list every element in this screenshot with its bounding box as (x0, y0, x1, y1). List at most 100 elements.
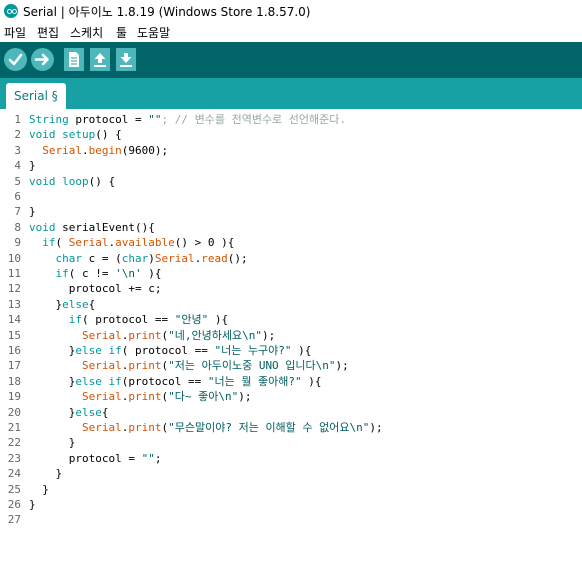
line-number: 11 (7, 267, 21, 280)
line-code: void serialEvent(){ (29, 220, 155, 234)
line-code: char c = (char)Serial.read(); (55, 251, 248, 265)
menu-bar: 파일 편집 스케치 툴 도움말 (0, 22, 582, 42)
open-icon (94, 53, 106, 67)
line-number: 9 (14, 236, 21, 250)
code-line[interactable]: 15 Serial.print("네,안녕하세요\n"); (0, 328, 582, 343)
line-code: }else{ (29, 297, 96, 311)
line-code: void setup() { (29, 128, 122, 142)
code-line[interactable]: 21 Serial.print("무슨말이야? 저는 이해할 수 없어요\n")… (0, 420, 582, 435)
line-number: 16 (7, 344, 21, 357)
line-code: if( protocol == "안녕" ){ (68, 313, 229, 327)
title-bar: Serial | 아두이노 1.8.19 (Windows Store 1.8.… (0, 0, 582, 22)
line-code: } (29, 467, 63, 481)
code-line[interactable]: 17 Serial.print("저는 아두이노중 UNO 입니다\n"); (0, 358, 582, 373)
line-number: 19 (7, 390, 21, 404)
code-line[interactable]: 23 protocol = ""; (0, 451, 582, 466)
line-number: 17 (7, 359, 21, 373)
line-number: 3 (14, 143, 21, 157)
code-line[interactable]: 2 void setup() { (0, 127, 582, 142)
line-code: } (29, 205, 36, 219)
line-number: 10 (7, 251, 21, 265)
line-code: Serial.print("저는 아두이노중 UNO 입니다\n"); (81, 359, 349, 373)
code-line[interactable]: 26} (0, 497, 582, 512)
menu-help[interactable]: 도움말 (137, 24, 170, 41)
verify-icon (8, 53, 23, 66)
code-line[interactable]: 24 } (0, 466, 582, 481)
code-line[interactable]: 1 String protocol = ""; // 변수를 전역변수로 선언해준… (0, 112, 582, 127)
save-sketch-button[interactable] (116, 48, 136, 71)
line-number: 6 (14, 190, 21, 203)
line-number: 21 (7, 421, 21, 434)
code-line[interactable]: 7} (0, 204, 582, 219)
code-line[interactable]: 18 }else if(protocol == "너는 뭘 좋아해?" ){ (0, 374, 582, 389)
code-line[interactable]: 16 }else if( protocol == "너는 누구야?" ){ (0, 343, 582, 358)
line-code: Serial.print("다~ 좋아\n"); (81, 390, 252, 404)
line-code: } (29, 482, 49, 496)
line-code: void loop() { (29, 174, 116, 188)
line-number: 24 (7, 467, 21, 481)
menu-tools[interactable]: 툴 (116, 24, 127, 41)
line-number: 26 (7, 498, 21, 511)
code-line[interactable]: 11 if( c != '\n' ){ (0, 266, 582, 281)
save-icon (120, 53, 132, 67)
line-code: protocol += c; (29, 282, 162, 296)
code-line[interactable]: 14 if( protocol == "안녕" ){ (0, 312, 582, 327)
code-line[interactable]: 22 } (0, 435, 582, 450)
line-number: 13 (7, 297, 21, 311)
line-number: 18 (7, 374, 21, 388)
line-code: }else if(protocol == "너는 뭘 좋아해?" ){ (29, 374, 322, 388)
code-line[interactable]: 13 }else{ (0, 297, 582, 312)
line-code: } (29, 159, 36, 173)
line-number: 8 (14, 220, 21, 234)
line-number: 4 (14, 159, 21, 173)
tab-bar: Serial § (0, 78, 582, 109)
line-code: Serial.print("네,안녕하세요\n"); (81, 328, 276, 342)
new-icon (69, 52, 79, 67)
line-number: 27 (7, 513, 21, 527)
code-line[interactable]: 20 }else{ (0, 405, 582, 420)
line-number: 5 (14, 174, 21, 188)
new-sketch-button[interactable] (64, 48, 84, 71)
line-number: 25 (7, 482, 21, 496)
line-number: 20 (7, 405, 21, 419)
code-line[interactable]: 27 (0, 512, 582, 527)
verify-button[interactable] (4, 48, 27, 71)
line-code: String protocol = ""; // 변수를 전역변수로 선언해준다… (29, 113, 347, 126)
code-line[interactable]: 5 void loop() { (0, 174, 582, 189)
line-number: 7 (14, 205, 21, 219)
line-number: 23 (7, 451, 21, 465)
code-editor[interactable]: 1 String protocol = ""; // 변수를 전역변수로 선언해준… (0, 109, 582, 573)
tab-serial[interactable]: Serial § (6, 83, 66, 109)
code-line[interactable]: 9 if( Serial.available() > 0 ){ (0, 235, 582, 250)
line-code: if( Serial.available() > 0 ){ (42, 236, 235, 250)
code-line[interactable]: 25 } (0, 482, 582, 497)
code-line[interactable]: 19 Serial.print("다~ 좋아\n"); (0, 389, 582, 404)
menu-edit[interactable]: 편집 (37, 24, 59, 41)
line-code: protocol = ""; (29, 451, 162, 465)
code-line[interactable]: 6 (0, 189, 582, 204)
code-line[interactable]: 12 protocol += c; (0, 281, 582, 296)
line-number: 12 (7, 282, 21, 296)
line-code: }else if( protocol == "너는 누구야?" ){ (29, 344, 312, 357)
code-line[interactable]: 8 void serialEvent(){ (0, 220, 582, 235)
menu-sketch[interactable]: 스케치 (70, 24, 103, 41)
code-line[interactable]: 10 char c = (char)Serial.read(); (0, 251, 582, 266)
code-line[interactable]: 4} (0, 158, 582, 173)
line-code: if( c != '\n' ){ (55, 267, 162, 280)
menu-file[interactable]: 파일 (4, 24, 26, 41)
line-number: 15 (7, 328, 21, 342)
upload-icon (34, 53, 49, 66)
line-number: 22 (7, 436, 21, 450)
toolbar (0, 42, 582, 78)
code-line[interactable]: 3 Serial.begin(9600); (0, 143, 582, 158)
line-number: 14 (7, 313, 21, 327)
line-number: 1 (14, 113, 21, 126)
line-code: Serial.begin(9600); (42, 143, 169, 157)
upload-button[interactable] (31, 48, 54, 71)
open-sketch-button[interactable] (90, 48, 110, 71)
line-code: Serial.print("무슨말이야? 저는 이해할 수 없어요\n"); (81, 421, 383, 434)
line-code: }else{ (29, 405, 109, 419)
line-code: } (29, 436, 76, 450)
window-title: Serial | 아두이노 1.8.19 (Windows Store 1.8.… (23, 5, 311, 19)
line-number: 2 (14, 128, 21, 142)
